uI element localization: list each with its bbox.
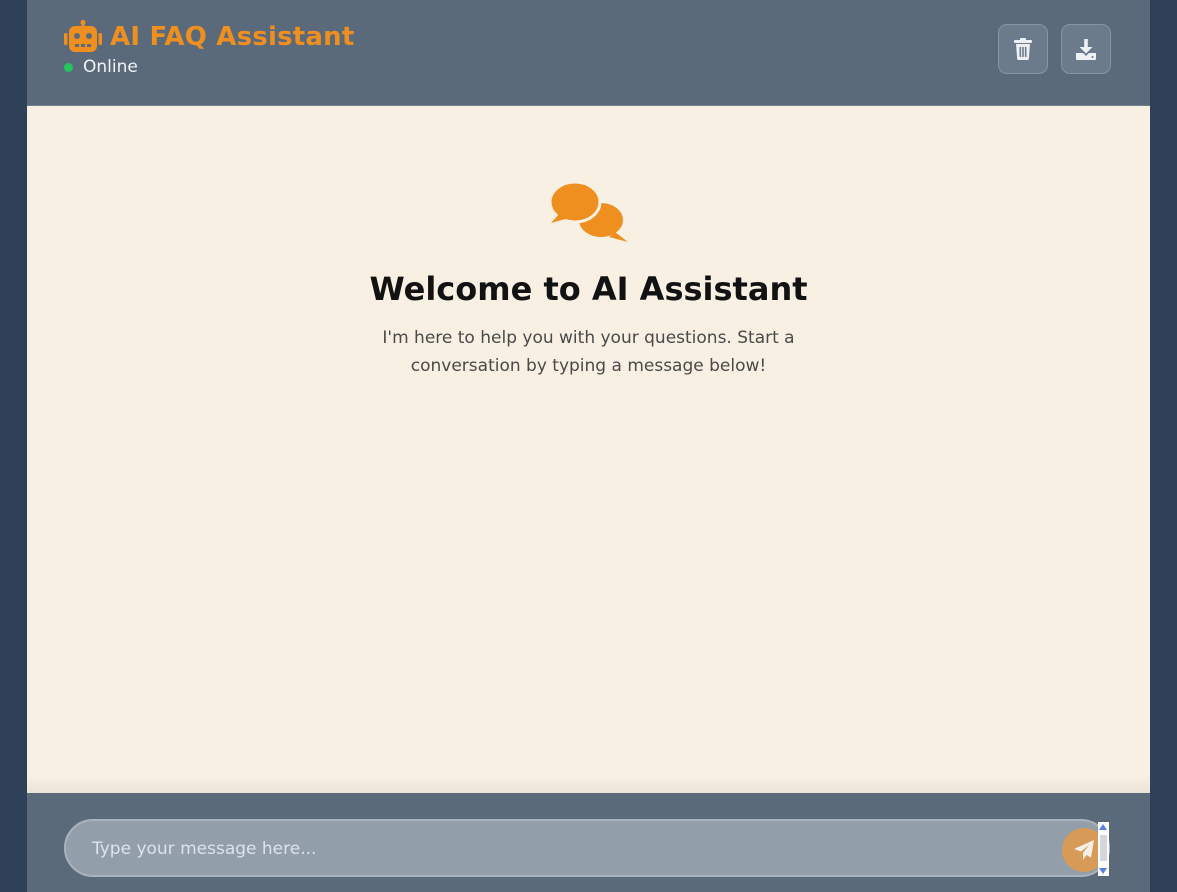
welcome-text: I'm here to help you with your questions…	[382, 328, 795, 376]
download-icon	[1076, 39, 1096, 60]
status-indicator: Online	[64, 57, 138, 77]
trash-icon	[1014, 38, 1032, 60]
paper-plane-icon	[1074, 840, 1094, 860]
scroll-thumb[interactable]	[1100, 835, 1107, 861]
scroll-up-arrow-icon[interactable]	[1099, 824, 1107, 830]
chat-app: AI FAQ Assistant Online Welcome to AI As…	[27, 0, 1150, 892]
export-chat-button[interactable]	[1061, 24, 1111, 74]
scroll-down-arrow-icon[interactable]	[1099, 868, 1107, 874]
message-input-wrapper	[64, 819, 1110, 877]
welcome-title: Welcome to AI Assistant	[369, 270, 808, 308]
clear-chat-button[interactable]	[998, 24, 1048, 74]
message-composer	[27, 793, 1150, 892]
brand: AI FAQ Assistant	[64, 20, 354, 54]
message-input[interactable]	[90, 821, 1054, 877]
input-scrollbar[interactable]	[1098, 822, 1109, 876]
app-title: AI FAQ Assistant	[110, 22, 355, 52]
robot-icon	[64, 20, 102, 52]
online-dot	[64, 62, 73, 72]
messages-area: Welcome to AI Assistant I'm here to help…	[27, 106, 1150, 793]
chat-header: AI FAQ Assistant Online	[27, 0, 1150, 106]
status-text: Online	[83, 57, 138, 77]
welcome-message: Welcome to AI Assistant I'm here to help…	[27, 180, 1150, 380]
chat-bubbles-icon	[548, 180, 628, 242]
